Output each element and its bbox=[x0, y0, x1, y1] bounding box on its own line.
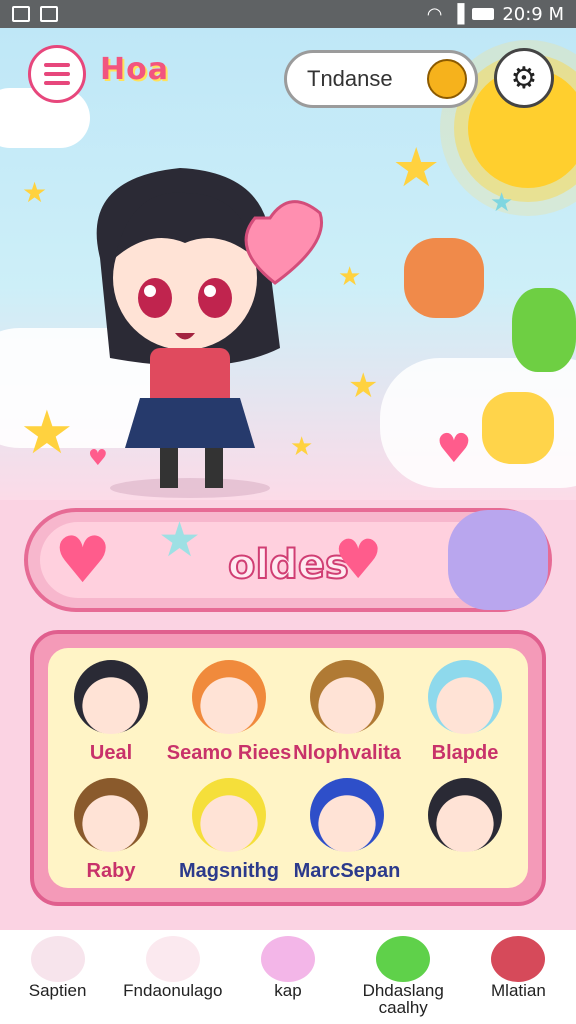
star-icon: ★ bbox=[22, 176, 48, 209]
game-scene: ★ ★ ★ ★ ★ ★ ★ ♥ ♥ bbox=[0, 28, 576, 500]
character-name: Raby bbox=[86, 860, 136, 882]
notification-icon bbox=[12, 6, 30, 22]
character-grid-panel: Ueal Seamo Riees Nlophvalita Blapde Raby Mags… bbox=[30, 630, 546, 906]
star-icon: ★ bbox=[158, 512, 202, 568]
character-avatar bbox=[192, 778, 266, 852]
settings-button[interactable]: ⚙ bbox=[494, 48, 554, 108]
nav-label: Fndaonulago bbox=[123, 981, 223, 1000]
character-name: Blapde bbox=[431, 742, 499, 764]
star-icon: ★ bbox=[338, 262, 362, 292]
status-left bbox=[12, 6, 58, 22]
bottom-nav: Saptien Fndaonulago kap Dhdaslang caalhy Mla… bbox=[0, 930, 576, 1024]
character-name: Nlophvalita bbox=[293, 742, 401, 764]
character-name: Ueal bbox=[89, 742, 133, 764]
character-grid: Ueal Seamo Riees Nlophvalita Blapde Raby Mags… bbox=[48, 648, 528, 888]
nav-item[interactable]: Mlatian bbox=[461, 930, 576, 1024]
cat-mascot-icon[interactable] bbox=[448, 510, 548, 610]
star-icon: ★ bbox=[20, 398, 74, 468]
search-box[interactable]: Tndanse bbox=[284, 50, 478, 108]
star-icon: ★ bbox=[290, 432, 314, 462]
heart-icon: ♥ bbox=[54, 524, 112, 598]
star-icon: ★ bbox=[490, 188, 514, 218]
nav-label: Dhdaslang caalhy bbox=[362, 981, 444, 1017]
heart-icon: ♥ bbox=[334, 528, 383, 591]
gear-icon: ⚙ bbox=[510, 60, 538, 96]
character-avatar bbox=[74, 660, 148, 734]
coin-icon[interactable] bbox=[427, 59, 467, 99]
status-right: ◠ ▐ 20:9 M bbox=[427, 4, 564, 25]
girl-icon bbox=[491, 936, 546, 982]
game-logo: Hoa bbox=[100, 52, 169, 87]
menu-icon-line bbox=[44, 72, 70, 76]
character-avatar bbox=[310, 660, 384, 734]
character-card[interactable]: Ueal bbox=[56, 654, 166, 774]
character-name: Magsnithg bbox=[179, 860, 279, 882]
image-icon bbox=[40, 6, 58, 22]
nav-label: Mlatian bbox=[491, 981, 546, 1000]
banner-title: oldes bbox=[227, 541, 350, 589]
heart-icon: ♥ bbox=[436, 426, 472, 472]
menu-button[interactable] bbox=[28, 45, 86, 103]
signal-icon: ▐ bbox=[450, 3, 465, 25]
menu-icon-line bbox=[44, 81, 70, 85]
status-bar: ◠ ▐ 20:9 M bbox=[0, 0, 576, 28]
slime-icon bbox=[376, 936, 431, 982]
frog-mascot-icon[interactable] bbox=[512, 288, 576, 372]
character-avatar bbox=[74, 778, 148, 852]
character-name: MarcSepan bbox=[293, 860, 401, 882]
nav-item[interactable]: Saptien bbox=[0, 930, 115, 1024]
battery-icon bbox=[472, 8, 495, 20]
star-icon: ★ bbox=[348, 366, 379, 406]
wifi-icon: ◠ bbox=[426, 3, 443, 25]
clock: 20:9 M bbox=[502, 3, 564, 25]
character-card[interactable]: Magsnithg bbox=[174, 772, 284, 892]
character-card[interactable]: Nlophvalita bbox=[292, 654, 402, 774]
bunny-icon bbox=[30, 936, 85, 982]
character-name: Seamo Riees bbox=[166, 742, 292, 764]
character-avatar bbox=[310, 778, 384, 852]
character-card[interactable]: MarcSepan bbox=[292, 772, 402, 892]
nav-item[interactable]: kap bbox=[230, 930, 345, 1024]
bear-mascot-icon[interactable] bbox=[482, 392, 554, 464]
character-avatar bbox=[428, 660, 502, 734]
character-avatar bbox=[428, 778, 502, 852]
star-icon: ★ bbox=[392, 136, 441, 199]
unicorn-icon bbox=[145, 936, 200, 982]
character-icon bbox=[261, 936, 315, 982]
character-avatar bbox=[192, 660, 266, 734]
heart-icon: ♥ bbox=[88, 446, 108, 471]
character-card[interactable]: Seamo Riees bbox=[167, 654, 291, 774]
character-card[interactable] bbox=[410, 772, 520, 892]
nav-label: Saptien bbox=[28, 981, 87, 1000]
nav-item[interactable]: Dhdaslang caalhy bbox=[346, 930, 461, 1024]
character-card[interactable]: Raby bbox=[56, 772, 166, 892]
menu-icon bbox=[44, 63, 70, 67]
category-banner[interactable]: ♥ ★ oldes ♥ bbox=[24, 508, 552, 612]
nav-label: kap bbox=[274, 981, 302, 1000]
nav-item[interactable]: Fndaonulago bbox=[115, 930, 230, 1024]
bear-mascot-icon[interactable] bbox=[404, 238, 484, 318]
search-input[interactable]: Tndanse bbox=[307, 66, 393, 92]
character-card[interactable]: Blapde bbox=[410, 654, 520, 774]
